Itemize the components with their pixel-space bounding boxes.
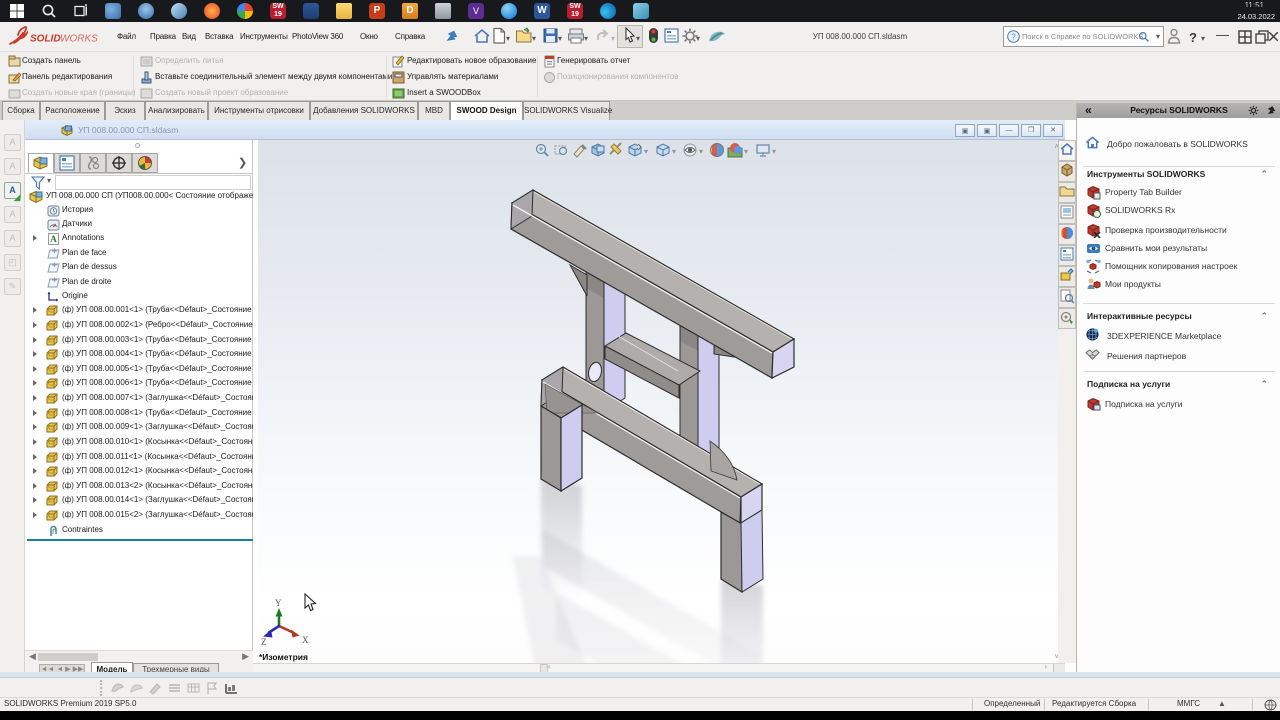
svg-text:Z: Z: [261, 637, 267, 647]
svg-text:Y: Y: [275, 598, 282, 608]
svg-text:SOLID: SOLID: [30, 34, 61, 45]
svg-text:WORKS: WORKS: [60, 34, 98, 45]
svg-text:?: ?: [1011, 33, 1016, 42]
svg-text:A: A: [50, 234, 57, 244]
svg-text:X: X: [302, 635, 309, 645]
